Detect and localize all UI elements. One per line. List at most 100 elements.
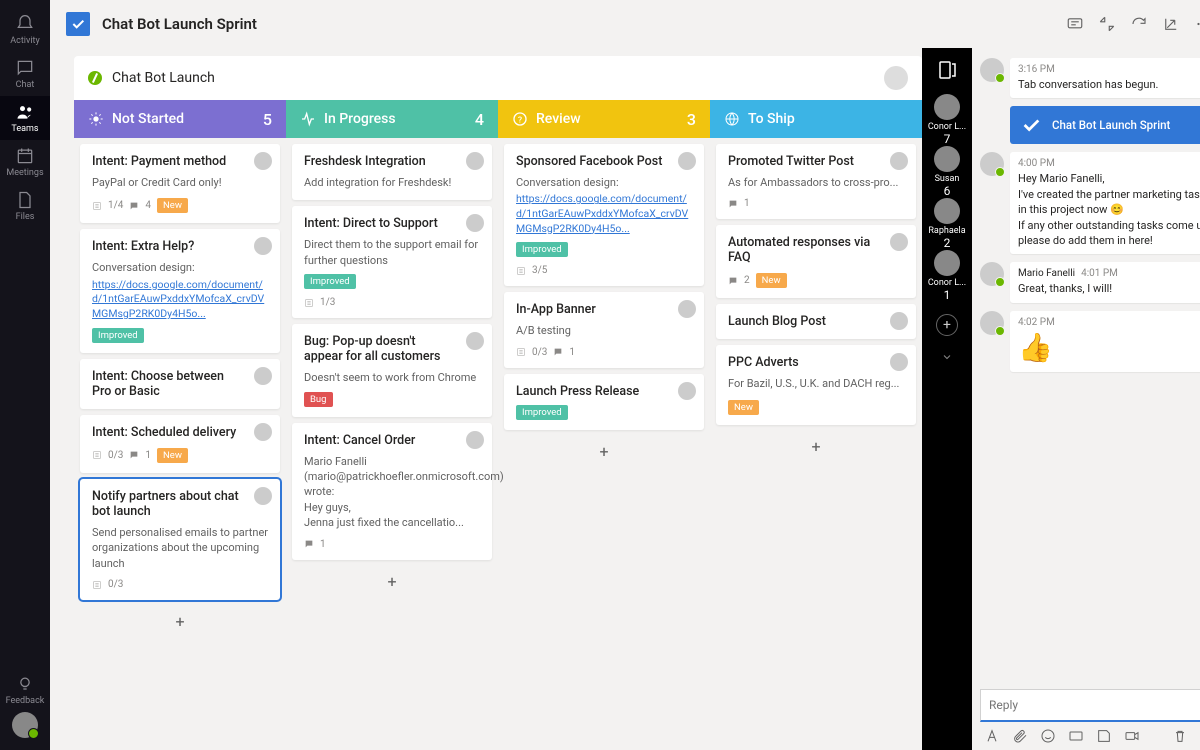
kanban-card[interactable]: Intent: Choose between Pro or Basic bbox=[80, 359, 280, 409]
collapse-icon[interactable] bbox=[1098, 15, 1116, 33]
card-meta: 1 bbox=[304, 539, 480, 550]
card-assignee-avatar[interactable] bbox=[466, 431, 484, 449]
rail-chat-label: Chat bbox=[16, 80, 35, 90]
more-icon[interactable] bbox=[1194, 15, 1200, 33]
kanban-card[interactable]: Launch Blog Post bbox=[716, 304, 916, 339]
kanban-card[interactable]: Intent: Cancel OrderMario Fanelli (mario… bbox=[292, 423, 492, 560]
format-icon[interactable] bbox=[984, 728, 1000, 744]
card-assignee-avatar[interactable] bbox=[890, 312, 908, 330]
kanban-card[interactable]: Promoted Twitter PostAs for Ambassadors … bbox=[716, 144, 916, 219]
members-expand[interactable] bbox=[941, 348, 953, 367]
card-assignee-avatar[interactable] bbox=[254, 487, 272, 505]
refresh-icon[interactable] bbox=[1130, 15, 1148, 33]
card-assignee-avatar[interactable] bbox=[678, 382, 696, 400]
reply-input[interactable] bbox=[980, 689, 1200, 722]
card-desc: Doesn't seem to work from Chrome bbox=[304, 370, 480, 385]
msg-avatar bbox=[980, 58, 1004, 82]
banner-text: Chat Bot Launch Sprint bbox=[1052, 118, 1170, 132]
card-title: PPC Adverts bbox=[728, 355, 904, 370]
card-link[interactable]: https://docs.google.com/document/d/1ntGa… bbox=[516, 192, 692, 236]
card-assignee-avatar[interactable] bbox=[678, 300, 696, 318]
chat-panel: 3:16 PMTab conversation has begun.Chat B… bbox=[972, 48, 1200, 750]
rail-files[interactable]: Files bbox=[0, 184, 50, 228]
card-assignee-avatar[interactable] bbox=[678, 152, 696, 170]
add-card-button[interactable]: + bbox=[80, 606, 280, 637]
card-assignee-avatar[interactable] bbox=[254, 152, 272, 170]
add-card-button[interactable]: + bbox=[716, 431, 916, 462]
add-card-button[interactable]: + bbox=[292, 566, 492, 597]
teams-icon bbox=[15, 102, 35, 122]
member-avatar bbox=[934, 146, 960, 172]
card-assignee-avatar[interactable] bbox=[890, 233, 908, 251]
rail-feedback[interactable]: Feedback bbox=[0, 668, 50, 712]
kanban-card[interactable]: Launch Press ReleaseImproved bbox=[504, 374, 704, 430]
card-link[interactable]: https://docs.google.com/document/d/1ntGa… bbox=[92, 278, 268, 322]
member-item[interactable]: Susan6 bbox=[923, 146, 971, 198]
emoji-icon[interactable] bbox=[1040, 728, 1056, 744]
rail-chat[interactable]: Chat bbox=[0, 52, 50, 96]
compose: G bbox=[980, 689, 1200, 746]
topbar: Chat Bot Launch Sprint bbox=[50, 0, 1200, 48]
chat-banner[interactable]: Chat Bot Launch Sprint bbox=[1010, 106, 1200, 144]
gif-icon[interactable] bbox=[1068, 728, 1084, 744]
board-owner-avatar[interactable] bbox=[884, 66, 908, 90]
member-item[interactable]: Conor L...7 bbox=[923, 94, 971, 146]
card-meta: 1 bbox=[728, 198, 904, 209]
column-count: 5 bbox=[263, 110, 272, 129]
msg-time: 3:16 PM bbox=[1018, 64, 1200, 75]
meet-icon[interactable] bbox=[1124, 728, 1140, 744]
card-desc: Conversation design: bbox=[516, 175, 692, 190]
card-title: Freshdesk Integration bbox=[304, 154, 480, 169]
card-assignee-avatar[interactable] bbox=[890, 152, 908, 170]
member-item[interactable]: Raphaela2 bbox=[923, 198, 971, 250]
card-assignee-avatar[interactable] bbox=[466, 332, 484, 350]
kanban-card[interactable]: Intent: Scheduled delivery0/31New bbox=[80, 415, 280, 473]
card-desc: As for Ambassadors to cross-pro... bbox=[728, 175, 904, 190]
card-assignee-avatar[interactable] bbox=[254, 237, 272, 255]
kanban-card[interactable]: Intent: Extra Help?Conversation design:h… bbox=[80, 229, 280, 352]
card-assignee-avatar[interactable] bbox=[254, 423, 272, 441]
chat-message: 4:02 PM👍 bbox=[980, 311, 1200, 372]
popout-icon[interactable] bbox=[1162, 15, 1180, 33]
kanban-card[interactable]: Sponsored Facebook PostConversation desi… bbox=[504, 144, 704, 286]
kanban-card[interactable]: PPC Adverts For Bazil, U.S., U.K. and DAC… bbox=[716, 345, 916, 424]
members-toggle[interactable] bbox=[935, 58, 959, 82]
kanban-card[interactable]: In-App BannerA/B testing0/31 bbox=[504, 292, 704, 367]
add-member-button[interactable]: + bbox=[936, 314, 958, 336]
sticker-icon[interactable] bbox=[1096, 728, 1112, 744]
conversation-icon[interactable] bbox=[1066, 15, 1084, 33]
card-assignee-avatar[interactable] bbox=[890, 353, 908, 371]
kanban-card[interactable]: Bug: Pop-up doesn't appear for all custo… bbox=[292, 324, 492, 416]
column-header: ?Review3 bbox=[498, 100, 710, 138]
user-avatar[interactable] bbox=[12, 712, 38, 738]
kanban-card[interactable]: Freshdesk IntegrationAdd integration for… bbox=[292, 144, 492, 200]
member-item[interactable]: Conor L...1 bbox=[923, 250, 971, 302]
card-desc: A/B testing bbox=[516, 323, 692, 338]
card-desc: For Bazil, U.S., U.K. and DACH reg... bbox=[728, 376, 904, 391]
kanban-card[interactable]: Intent: Direct to SupportDirect them to … bbox=[292, 206, 492, 318]
card-assignee-avatar[interactable] bbox=[254, 367, 272, 385]
msg-emoji: 👍 bbox=[1018, 330, 1200, 366]
card-meta: 1/44New bbox=[92, 198, 268, 213]
member-count: 2 bbox=[944, 236, 951, 250]
card-tag: Improved bbox=[516, 242, 568, 257]
rail-meetings[interactable]: Meetings bbox=[0, 140, 50, 184]
card-assignee-avatar[interactable] bbox=[466, 152, 484, 170]
column-header: In Progress4 bbox=[286, 100, 498, 138]
kanban-card[interactable]: Notify partners about chat bot launchSen… bbox=[80, 479, 280, 600]
rail-teams[interactable]: Teams bbox=[0, 96, 50, 140]
app-rail: Activity Chat Teams Meetings Files Feedb… bbox=[0, 0, 50, 750]
card-meta: 0/31 bbox=[516, 347, 692, 358]
column-count: 4 bbox=[475, 110, 484, 129]
kanban-card[interactable]: Intent: Payment methodPayPal or Credit C… bbox=[80, 144, 280, 223]
chat-message: 4:00 PMHey Mario Fanelli,I've created th… bbox=[980, 152, 1200, 254]
delete-icon[interactable] bbox=[1172, 728, 1188, 744]
board: Chat Bot Launch Not Started5Intent: Paym… bbox=[50, 48, 922, 750]
kanban-card[interactable]: Automated responses via FAQ2New bbox=[716, 225, 916, 298]
member-name: Conor L... bbox=[923, 122, 971, 132]
add-card-button[interactable]: + bbox=[504, 436, 704, 467]
card-assignee-avatar[interactable] bbox=[466, 214, 484, 232]
rail-activity[interactable]: Activity bbox=[0, 8, 50, 52]
attach-icon[interactable] bbox=[1012, 728, 1028, 744]
board-status-dot bbox=[88, 71, 102, 85]
